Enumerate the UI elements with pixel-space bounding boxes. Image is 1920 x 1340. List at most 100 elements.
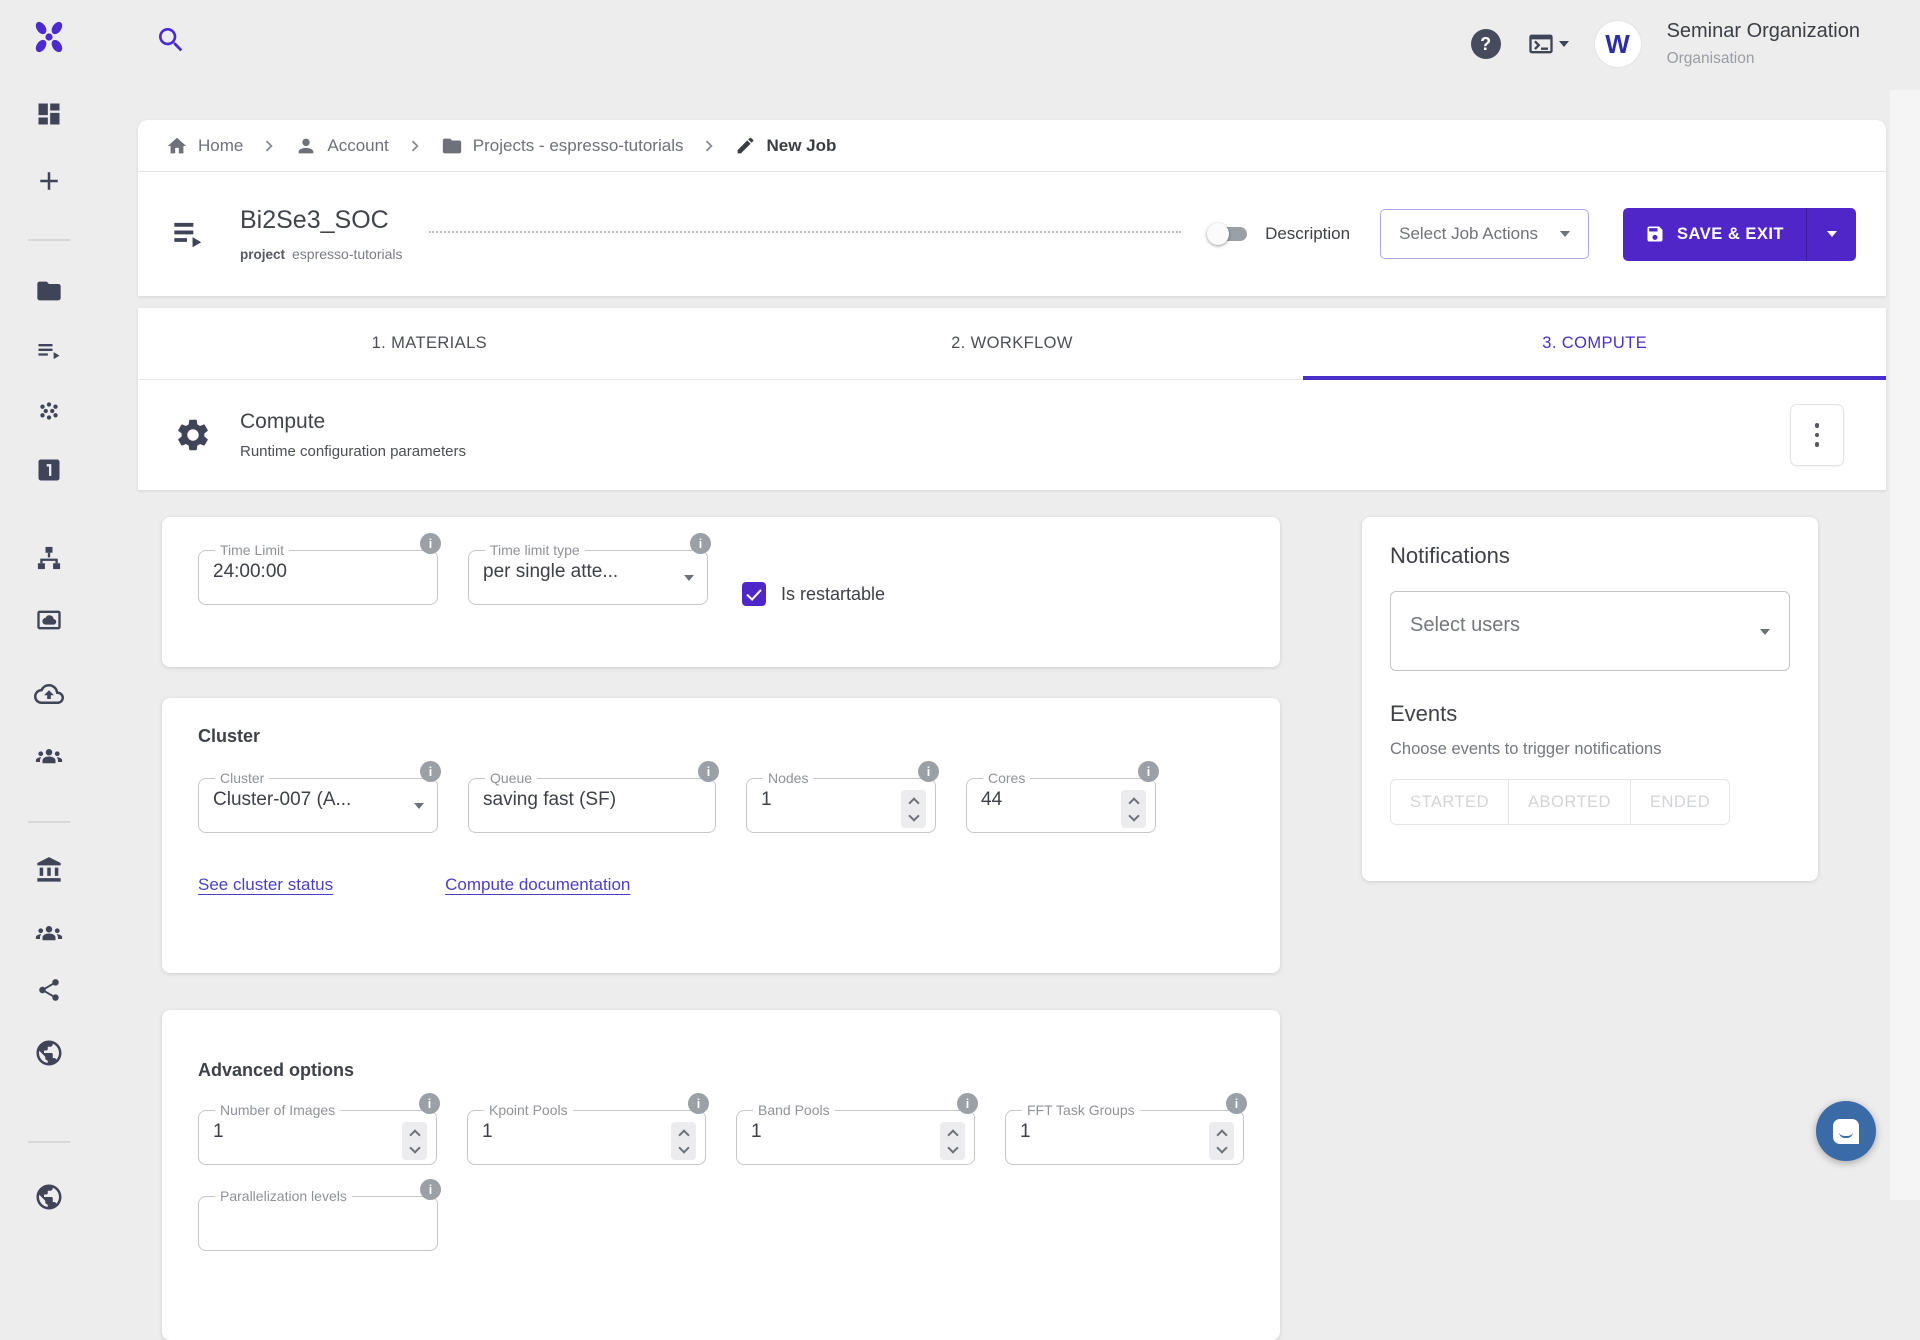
workflow-tree-icon[interactable]	[35, 544, 63, 572]
share-icon[interactable]	[36, 977, 62, 1003]
cluster-status-link[interactable]: See cluster status	[198, 875, 333, 895]
info-icon[interactable]: i	[957, 1093, 978, 1114]
description-toggle[interactable]: Description	[1207, 222, 1350, 246]
org-users-icon[interactable]	[34, 919, 64, 949]
folder-icon[interactable]	[35, 277, 63, 305]
info-icon[interactable]: i	[688, 1093, 709, 1114]
box-one-icon[interactable]	[35, 456, 63, 484]
help-icon[interactable]: ?	[1471, 29, 1501, 59]
team-icon[interactable]	[34, 742, 64, 772]
stepper-buttons[interactable]	[402, 1122, 427, 1160]
nodes-stepper[interactable]: Nodes 1 i	[746, 771, 936, 833]
fft-task-groups-value[interactable]: 1	[1020, 1121, 1231, 1143]
notifications-panel: Notifications Select users Events Choose…	[1362, 517, 1818, 881]
chevron-down-icon	[1216, 1142, 1227, 1153]
time-limit-type-select[interactable]: Time limit type per single atte... i	[468, 543, 708, 605]
console-icon[interactable]	[1527, 30, 1569, 58]
job-name[interactable]: Bi2Se3_SOC	[240, 206, 403, 235]
image-icon[interactable]	[35, 606, 63, 634]
save-exit-button[interactable]: SAVE & EXIT	[1623, 208, 1806, 261]
advanced-options-title: Advanced options	[198, 1060, 1244, 1081]
stepper-buttons[interactable]	[1209, 1122, 1234, 1160]
bank-icon[interactable]	[35, 856, 63, 884]
chat-launcher-button[interactable]	[1816, 1101, 1876, 1161]
fft-task-groups-stepper[interactable]: FFT Task Groups 1 i	[1005, 1103, 1244, 1165]
tab-workflow[interactable]: 2. WORKFLOW	[721, 308, 1304, 379]
home-icon	[166, 135, 188, 157]
globe-partial-icon[interactable]	[34, 1182, 64, 1212]
dashboard-icon[interactable]	[35, 100, 63, 128]
scrollbar-track[interactable]	[1890, 90, 1920, 1200]
org-switcher[interactable]: Seminar Organization Organisation	[1667, 20, 1860, 68]
info-icon[interactable]: i	[420, 761, 441, 782]
tab-materials[interactable]: 1. MATERIALS	[138, 308, 721, 379]
breadcrumb-home[interactable]: Home	[166, 135, 243, 157]
breadcrumb-new-job[interactable]: New Job	[735, 135, 836, 156]
job-summary-icon[interactable]	[168, 215, 206, 253]
cloud-upload-icon[interactable]	[34, 679, 64, 709]
compute-documentation-link[interactable]: Compute documentation	[445, 875, 630, 895]
chevron-up-icon	[1216, 1129, 1227, 1140]
parallelization-levels-field[interactable]: Parallelization levels i	[198, 1189, 438, 1251]
search-icon[interactable]	[155, 24, 187, 56]
workflow-steps-card: 1. MATERIALS 2. WORKFLOW 3. COMPUTE Comp…	[138, 308, 1886, 490]
band-pools-value[interactable]: 1	[751, 1121, 962, 1143]
stepper-buttons[interactable]	[1121, 790, 1146, 828]
job-actions-label: Select Job Actions	[1399, 224, 1538, 244]
avatar[interactable]: W	[1595, 21, 1641, 67]
select-job-actions-button[interactable]: Select Job Actions	[1380, 209, 1589, 259]
info-icon[interactable]: i	[698, 761, 719, 782]
add-icon[interactable]	[34, 166, 64, 196]
info-icon[interactable]: i	[420, 1179, 441, 1200]
event-ended-button[interactable]: ENDED	[1631, 779, 1730, 825]
number-of-images-stepper[interactable]: Number of Images 1 i	[198, 1103, 437, 1165]
select-users-dropdown[interactable]: Select users	[1390, 591, 1790, 671]
number-of-images-value[interactable]: 1	[213, 1121, 424, 1143]
time-limit-field[interactable]: Time Limit 24:00:00 i	[198, 543, 438, 605]
cores-label: Cores	[983, 771, 1030, 786]
info-icon[interactable]: i	[918, 761, 939, 782]
stepper-buttons[interactable]	[940, 1122, 965, 1160]
kpoint-pools-value[interactable]: 1	[482, 1121, 693, 1143]
info-icon[interactable]: i	[1226, 1093, 1247, 1114]
kpoint-pools-stepper[interactable]: Kpoint Pools 1 i	[467, 1103, 706, 1165]
chevron-up-icon	[1128, 797, 1139, 808]
cores-stepper[interactable]: Cores 44 i	[966, 771, 1156, 833]
breadcrumb-account[interactable]: Account	[295, 135, 388, 157]
jobs-list-icon[interactable]	[35, 337, 63, 365]
stepper-buttons[interactable]	[671, 1122, 696, 1160]
breadcrumb-label: Account	[327, 136, 388, 156]
breadcrumb-projects[interactable]: Projects - espresso-tutorials	[441, 135, 684, 157]
description-label: Description	[1265, 224, 1350, 244]
info-icon[interactable]: i	[420, 533, 441, 554]
chevron-down-icon	[414, 803, 424, 809]
stepper-buttons[interactable]	[901, 790, 926, 828]
mat3ra-logo[interactable]	[30, 18, 68, 56]
org-name: Seminar Organization	[1667, 20, 1860, 43]
queue-field[interactable]: Queue saving fast (SF) i	[468, 771, 716, 833]
checkbox-checked-icon[interactable]	[742, 582, 766, 606]
chevron-up-icon	[947, 1129, 958, 1140]
cluster-select[interactable]: Cluster Cluster-007 (A... i	[198, 771, 438, 833]
nodes-value[interactable]: 1	[761, 789, 923, 811]
event-started-button[interactable]: STARTED	[1390, 779, 1509, 825]
info-icon[interactable]: i	[1138, 761, 1159, 782]
globe-icon[interactable]	[34, 1038, 64, 1068]
queue-value[interactable]: saving fast (SF)	[483, 789, 703, 811]
tab-compute[interactable]: 3. COMPUTE	[1303, 308, 1886, 379]
info-icon[interactable]: i	[419, 1093, 440, 1114]
notifications-title: Notifications	[1390, 543, 1790, 569]
cluster-value[interactable]: Cluster-007 (A...	[213, 789, 425, 811]
band-pools-stepper[interactable]: Band Pools 1 i	[736, 1103, 975, 1165]
toggle-switch[interactable]	[1207, 222, 1249, 246]
kebab-menu-button[interactable]	[1790, 404, 1844, 466]
time-limit-value[interactable]: 24:00:00	[213, 561, 425, 583]
materials-dots-icon[interactable]	[36, 398, 62, 424]
cores-value[interactable]: 44	[981, 789, 1143, 811]
is-restartable-checkbox-group[interactable]: Is restartable	[742, 582, 885, 606]
save-dropdown-button[interactable]	[1806, 208, 1856, 261]
chevron-down-icon	[1128, 810, 1139, 821]
info-icon[interactable]: i	[690, 533, 711, 554]
event-aborted-button[interactable]: ABORTED	[1509, 779, 1631, 825]
time-limit-type-value[interactable]: per single atte...	[483, 561, 695, 583]
